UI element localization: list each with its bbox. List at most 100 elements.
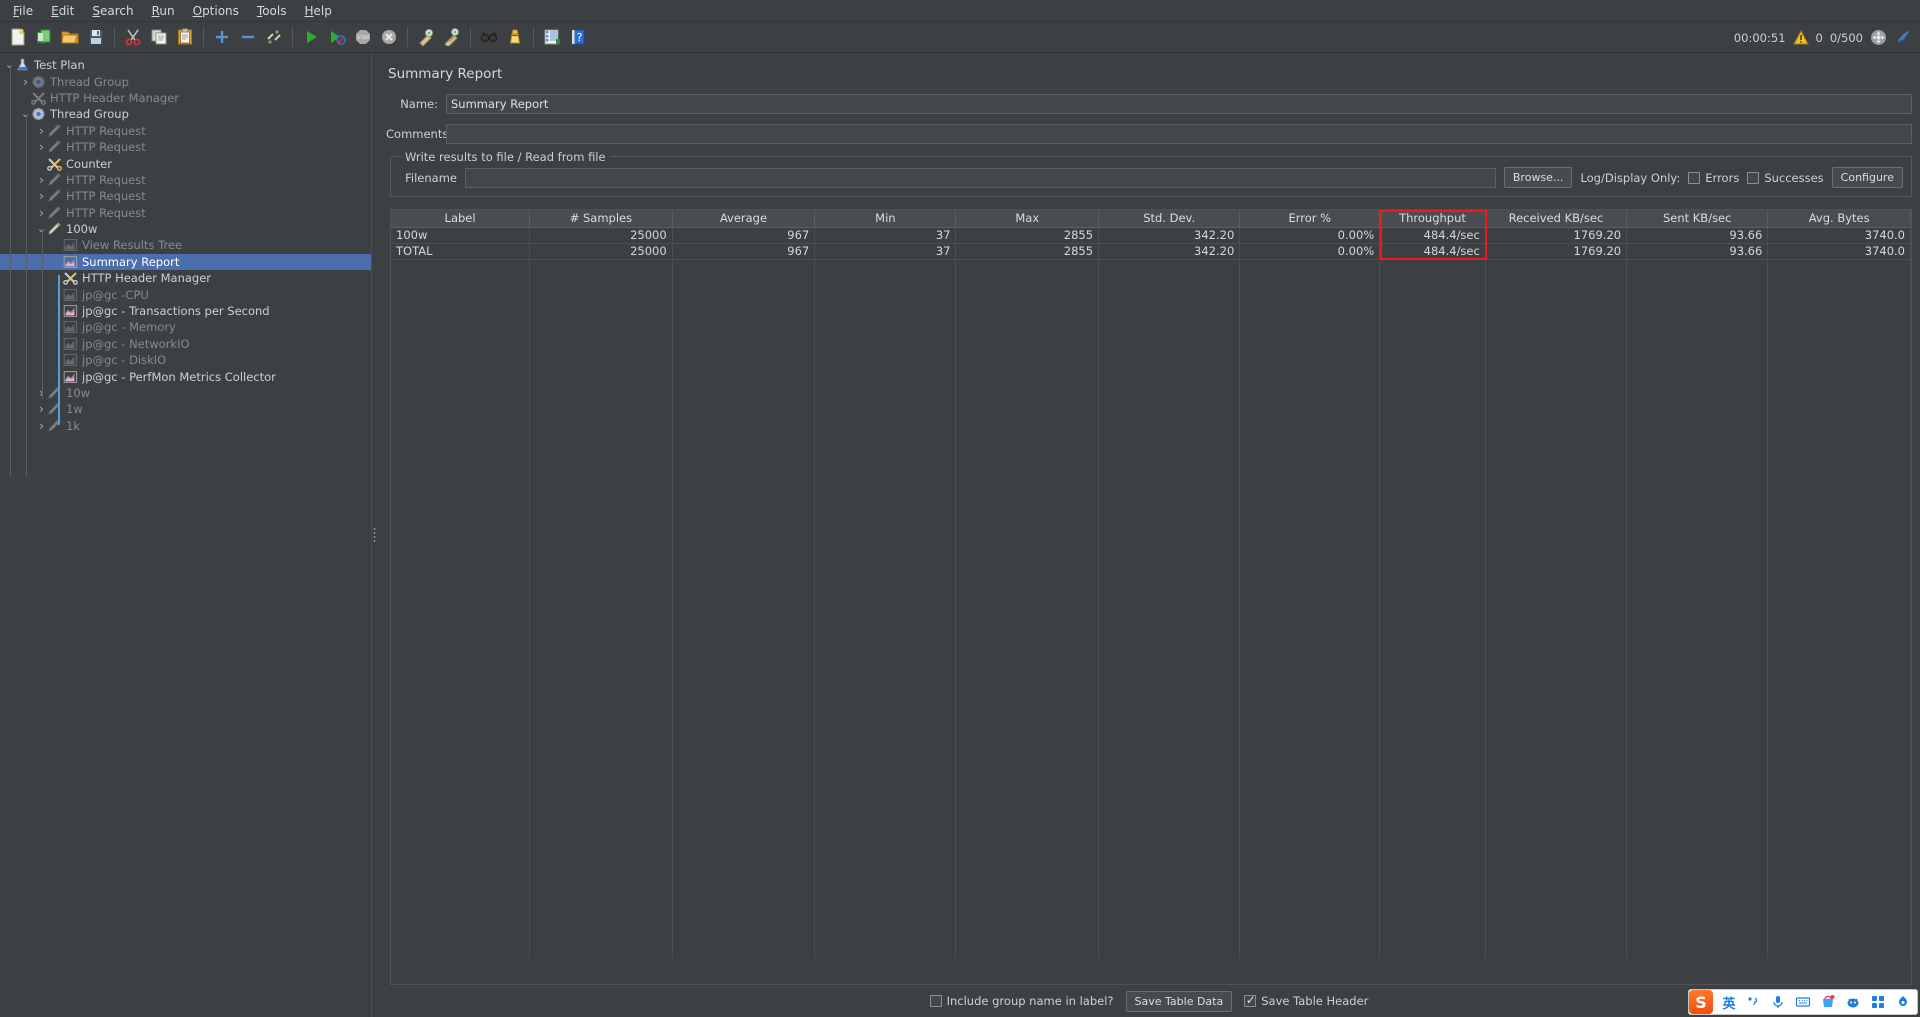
tree-node-jp-gc-transactions-per-second[interactable]: jp@gc - Transactions per Second bbox=[0, 303, 371, 319]
test-plan-tree[interactable]: ⌄Test Plan›Thread GroupHTTP Header Manag… bbox=[0, 53, 371, 1017]
chevron-right-icon[interactable]: › bbox=[36, 403, 47, 415]
table-empty-cell bbox=[1098, 259, 1241, 959]
menu-options[interactable]: Options bbox=[184, 2, 248, 20]
chevron-right-icon[interactable]: › bbox=[36, 141, 47, 153]
expand-all-icon[interactable] bbox=[209, 24, 235, 50]
column-header-samples[interactable]: # Samples bbox=[529, 210, 673, 228]
open-icon[interactable] bbox=[57, 24, 83, 50]
include-group-name-wrap[interactable]: Include group name in label? bbox=[929, 994, 1114, 1008]
tree-node-thread-group[interactable]: ⌄ Thread Group bbox=[0, 106, 371, 122]
column-header-throughput[interactable]: Throughput bbox=[1379, 210, 1486, 228]
table-row[interactable]: TOTAL 25000 967 37 2855 342.20 0.00% 484.4/sec 1… bbox=[391, 243, 1911, 260]
save-icon[interactable] bbox=[83, 24, 109, 50]
chevron-right-icon[interactable]: › bbox=[36, 174, 47, 186]
include-group-name-checkbox[interactable] bbox=[929, 995, 942, 1007]
sogou-logo-icon[interactable]: S bbox=[1689, 990, 1713, 1014]
errors-checkbox-wrap[interactable]: Errors bbox=[1688, 171, 1739, 185]
clear-all-icon[interactable] bbox=[439, 24, 465, 50]
column-header-std-dev[interactable]: Std. Dev. bbox=[1098, 210, 1241, 228]
punctuation-icon[interactable] bbox=[1743, 991, 1763, 1013]
emoji-icon[interactable] bbox=[1843, 991, 1863, 1013]
chevron-right-icon[interactable]: › bbox=[36, 207, 47, 219]
configure-button[interactable]: Configure bbox=[1831, 167, 1903, 188]
collapse-all-icon[interactable] bbox=[235, 24, 261, 50]
successes-checkbox[interactable] bbox=[1747, 171, 1760, 184]
toggle-icon[interactable] bbox=[261, 24, 287, 50]
copy-icon[interactable] bbox=[146, 24, 172, 50]
column-header-label[interactable]: Label bbox=[391, 210, 531, 228]
tree-node-summary-report[interactable]: Summary Report bbox=[0, 253, 371, 271]
tree-node-thread-group[interactable]: › Thread Group bbox=[0, 73, 371, 89]
tree-node-view-results-tree[interactable]: View Results Tree bbox=[0, 237, 371, 253]
paste-icon[interactable] bbox=[172, 24, 198, 50]
apps-icon[interactable] bbox=[1868, 991, 1888, 1013]
skin-icon[interactable] bbox=[1818, 991, 1838, 1013]
tree-node-jp-gc-networkio[interactable]: jp@gc - NetworkIO bbox=[0, 336, 371, 352]
tree-node-http-request[interactable]: › HTTP Request bbox=[0, 205, 371, 221]
tree-node-jp-gc-cpu[interactable]: jp@gc -CPU bbox=[0, 286, 371, 302]
menu-help[interactable]: Help bbox=[296, 2, 341, 20]
tree-node-http-request[interactable]: › HTTP Request bbox=[0, 139, 371, 155]
clear-icon[interactable] bbox=[413, 24, 439, 50]
column-header-average[interactable]: Average bbox=[672, 210, 816, 228]
tree-node-jp-gc-perfmon-metrics-collector[interactable]: jp@gc - PerfMon Metrics Collector bbox=[0, 368, 371, 384]
browse-button[interactable]: Browse... bbox=[1503, 167, 1573, 188]
menu-file[interactable]: File bbox=[4, 2, 42, 20]
start-no-timers-icon[interactable] bbox=[324, 24, 350, 50]
sogou-ime-bar[interactable]: S 英 bbox=[1688, 989, 1918, 1015]
save-table-header-checkbox[interactable] bbox=[1244, 993, 1257, 1007]
tree-node-100w[interactable]: ⌄100w bbox=[0, 221, 371, 237]
help-icon[interactable]: ? bbox=[565, 24, 591, 50]
tree-node-jp-gc-memory[interactable]: jp@gc - Memory bbox=[0, 319, 371, 335]
templates-icon[interactable] bbox=[31, 24, 57, 50]
tree-node-http-header-manager[interactable]: HTTP Header Manager bbox=[0, 270, 371, 286]
summary-table[interactable]: Label # Samples Average Min Max Std. Dev. Erro… bbox=[391, 210, 1911, 959]
ime-mode-indicator[interactable]: 英 bbox=[1720, 993, 1738, 1012]
search-icon[interactable] bbox=[476, 24, 502, 50]
chevron-right-icon[interactable]: › bbox=[36, 125, 47, 137]
name-input[interactable] bbox=[446, 94, 1912, 114]
reset-search-icon[interactable] bbox=[502, 24, 528, 50]
tree-node-10w[interactable]: ›10w bbox=[0, 385, 371, 401]
column-header-max[interactable]: Max bbox=[955, 210, 1100, 228]
expand-window-icon[interactable] bbox=[1870, 29, 1887, 46]
tree-node-http-request[interactable]: › HTTP Request bbox=[0, 123, 371, 139]
column-header-received-kb-sec[interactable]: Received KB/sec bbox=[1485, 210, 1628, 228]
start-icon[interactable] bbox=[298, 24, 324, 50]
filename-input[interactable] bbox=[465, 167, 1496, 188]
successes-checkbox-wrap[interactable]: Successes bbox=[1747, 171, 1824, 185]
chevron-right-icon[interactable]: › bbox=[20, 76, 31, 88]
menu-search[interactable]: Search bbox=[83, 2, 142, 20]
menu-edit[interactable]: Edit bbox=[42, 2, 83, 20]
menu-run[interactable]: Run bbox=[143, 2, 184, 20]
errors-checkbox[interactable] bbox=[1688, 171, 1701, 184]
column-header-sent-kb-sec[interactable]: Sent KB/sec bbox=[1626, 210, 1769, 228]
tree-node-test-plan[interactable]: ⌄Test Plan bbox=[0, 57, 371, 73]
save-table-data-button[interactable]: Save Table Data bbox=[1125, 990, 1233, 1012]
column-header-avg-bytes[interactable]: Avg. Bytes bbox=[1767, 210, 1911, 228]
chevron-right-icon[interactable]: › bbox=[36, 190, 47, 202]
tree-node-jp-gc-diskio[interactable]: jp@gc - DiskIO bbox=[0, 352, 371, 368]
column-header-min[interactable]: Min bbox=[814, 210, 957, 228]
new-icon[interactable] bbox=[5, 24, 31, 50]
microphone-icon[interactable] bbox=[1768, 991, 1788, 1013]
function-helper-icon[interactable] bbox=[539, 24, 565, 50]
settings-icon[interactable] bbox=[1893, 991, 1913, 1013]
shutdown-icon[interactable] bbox=[376, 24, 402, 50]
tree-node-1k[interactable]: › 1k bbox=[0, 418, 371, 434]
stop-icon[interactable]: STOP bbox=[350, 24, 376, 50]
tree-node-http-request[interactable]: › HTTP Request bbox=[0, 172, 371, 188]
comments-input[interactable] bbox=[446, 124, 1912, 144]
tree-node-counter[interactable]: Counter bbox=[0, 155, 371, 171]
tree-node-1w[interactable]: › 1w bbox=[0, 401, 371, 417]
menu-tools[interactable]: Tools bbox=[248, 2, 296, 20]
column-header-error[interactable]: Error % bbox=[1239, 210, 1381, 228]
tree-node-http-header-manager[interactable]: HTTP Header Manager bbox=[0, 90, 371, 106]
table-row[interactable]: 100w 25000 967 37 2855 342.20 0.00% 484.4/sec 17… bbox=[391, 227, 1911, 244]
save-table-header-wrap[interactable]: Save Table Header bbox=[1244, 993, 1368, 1008]
cut-icon[interactable] bbox=[120, 24, 146, 50]
keyboard-icon[interactable] bbox=[1793, 991, 1813, 1013]
chevron-right-icon[interactable]: › bbox=[36, 420, 47, 432]
warning-icon[interactable] bbox=[1792, 30, 1809, 45]
tree-node-http-request[interactable]: › HTTP Request bbox=[0, 188, 371, 204]
